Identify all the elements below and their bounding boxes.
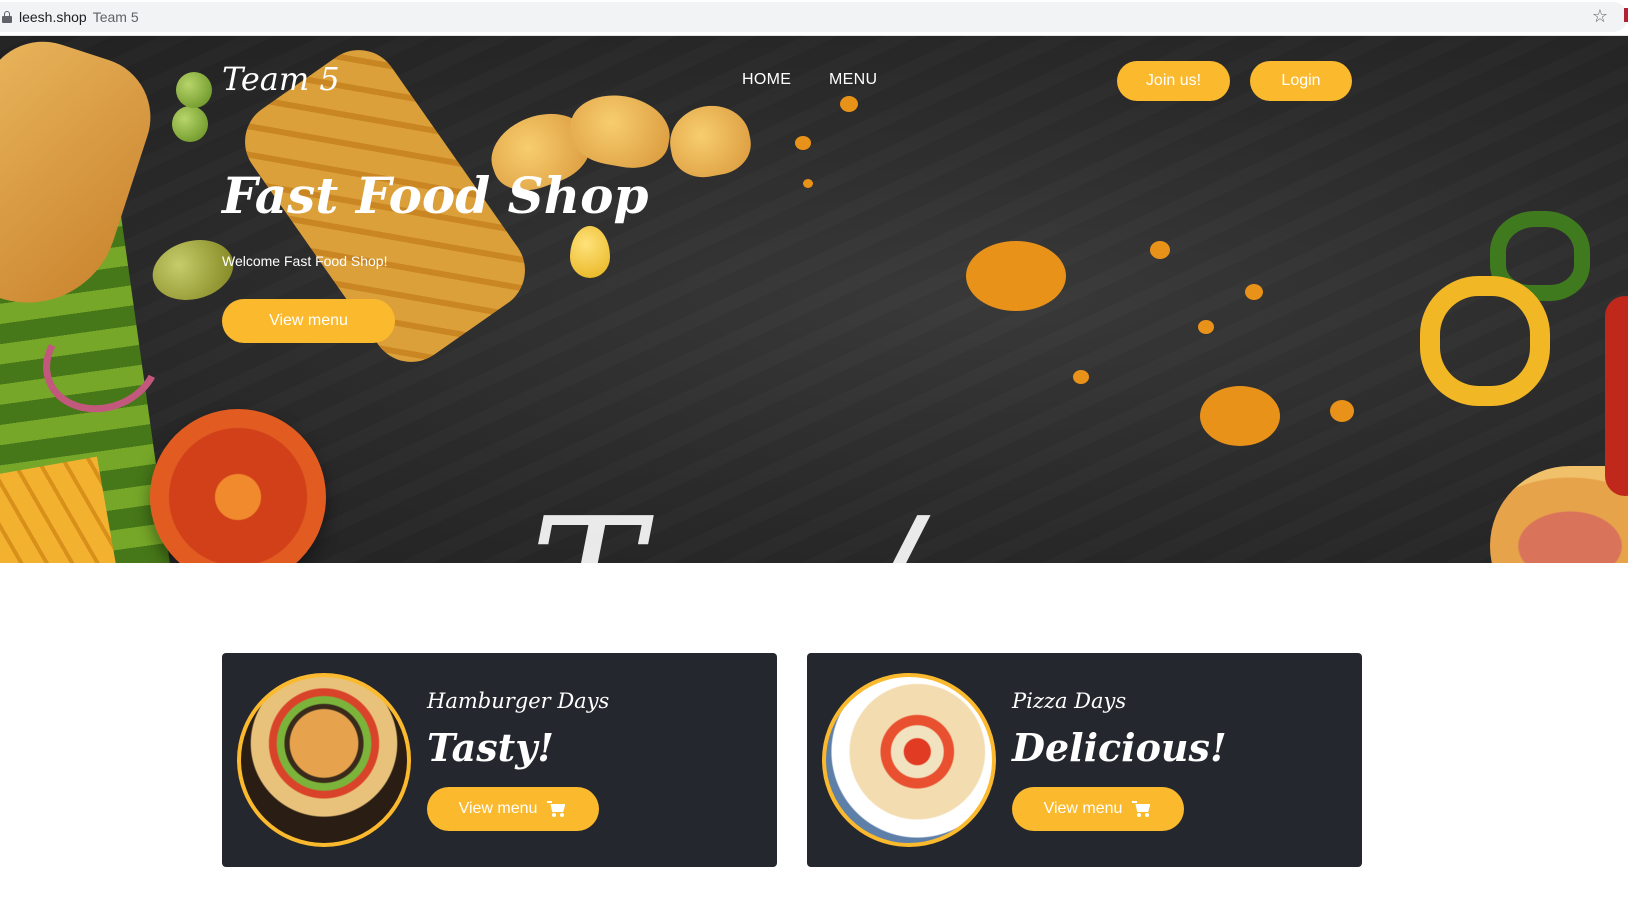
cart-icon xyxy=(547,801,567,817)
background-script-lettering: T / xyxy=(530,496,917,563)
sauce-splat-decoration xyxy=(966,241,1066,311)
card-view-menu-button[interactable]: View menu xyxy=(427,787,599,831)
sauce-splat-decoration xyxy=(803,179,813,188)
pizza-photo xyxy=(822,673,996,847)
sauce-splat-decoration xyxy=(1200,386,1280,446)
ketchup-bottle-decoration xyxy=(1605,296,1628,496)
flag-icon xyxy=(1624,8,1628,22)
cart-icon xyxy=(1132,801,1152,817)
card-headline: Tasty! xyxy=(427,725,554,770)
button-label: View menu xyxy=(1043,800,1123,817)
card-view-menu-button[interactable]: View menu xyxy=(1012,787,1184,831)
sauce-splat-decoration xyxy=(1073,370,1089,384)
yellow-pepper-decoration xyxy=(1420,276,1550,406)
sauce-splat-decoration xyxy=(1198,320,1214,334)
sauce-splat-decoration xyxy=(1330,400,1354,422)
bookmark-star-icon[interactable]: ☆ xyxy=(1592,8,1608,26)
sauce-splat-decoration xyxy=(1150,241,1170,259)
tab-title: Team 5 xyxy=(92,9,139,25)
button-label: View menu xyxy=(458,800,538,817)
lock-icon[interactable] xyxy=(2,11,12,23)
card-headline: Delicious! xyxy=(1012,725,1227,770)
sauce-splat-decoration xyxy=(1245,284,1263,300)
brand-logo[interactable]: Team 5 xyxy=(222,60,340,98)
hero-title: Fast Food Shop xyxy=(222,166,649,225)
hero-view-menu-button[interactable]: View menu xyxy=(222,299,395,343)
sauce-splat-decoration xyxy=(840,96,858,112)
logo-olive-icon xyxy=(176,72,212,108)
url-host: leesh.shop xyxy=(19,9,87,25)
olive-decoration xyxy=(172,106,208,142)
hamburger-photo xyxy=(237,673,411,847)
sauce-splat-decoration xyxy=(795,136,811,150)
url-field[interactable]: leesh.shop Team 5 ☆ xyxy=(0,2,1628,32)
login-button[interactable]: Login xyxy=(1250,61,1352,101)
browser-address-bar: leesh.shop Team 5 ☆ xyxy=(0,0,1628,36)
card-kicker: Pizza Days xyxy=(1012,689,1127,713)
hero-subtitle: Welcome Fast Food Shop! xyxy=(222,253,388,269)
nav-home[interactable]: HOME xyxy=(742,71,791,89)
promo-card-hamburger: Hamburger Days Tasty! View menu xyxy=(222,653,777,867)
nav-menu[interactable]: MENU xyxy=(829,71,877,89)
join-button[interactable]: Join us! xyxy=(1117,61,1230,101)
card-kicker: Hamburger Days xyxy=(427,689,610,713)
promo-card-pizza: Pizza Days Delicious! View menu xyxy=(807,653,1362,867)
